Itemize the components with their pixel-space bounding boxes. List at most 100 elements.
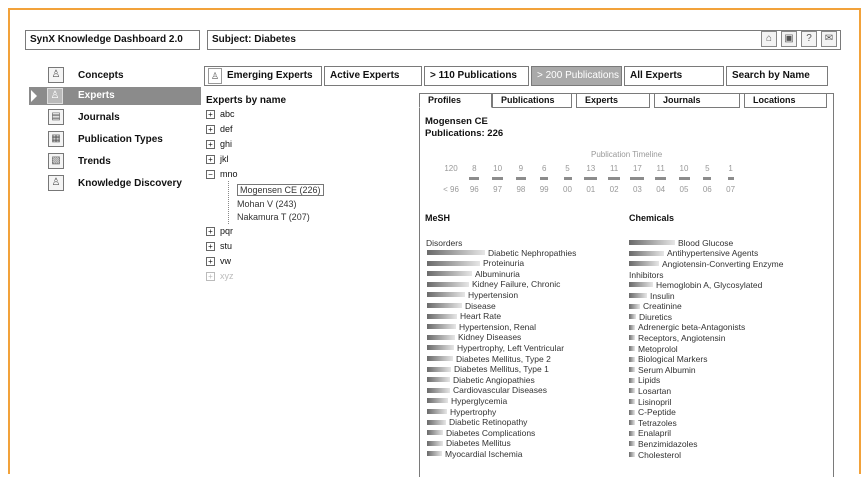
expand-icon[interactable]: + <box>206 226 215 236</box>
term-item[interactable]: Creatinine <box>629 301 682 311</box>
term-item[interactable]: Metoprolol <box>629 344 678 354</box>
tab-experts[interactable]: Experts <box>576 93 650 108</box>
term-label: Kidney Failure, Chronic <box>472 279 561 290</box>
sidebar-item-publication-types[interactable]: ▦ Publication Types <box>48 130 163 148</box>
expand-icon[interactable]: + <box>206 109 215 119</box>
tree-leaf-mohan[interactable]: Mohan V (243) <box>237 199 297 209</box>
term-weight-bar <box>629 240 675 245</box>
tab-active-experts[interactable]: Active Experts <box>324 66 422 86</box>
term-item[interactable]: Antihypertensive Agents <box>629 248 758 258</box>
term-item[interactable]: Enalapril <box>629 428 672 439</box>
term-item[interactable]: Biological Markers <box>629 354 707 364</box>
collapse-icon[interactable]: − <box>206 169 215 179</box>
term-item[interactable]: Myocardial Ischemia <box>427 448 523 459</box>
term-label: Angiotensin-Converting Enzyme <box>662 258 784 269</box>
tree-leaf-mogensen[interactable]: Mogensen CE (226) <box>237 184 324 196</box>
tree-node-mno[interactable]: − mno <box>206 169 238 179</box>
mail-icon[interactable]: ✉ <box>821 31 837 47</box>
tab-emerging-experts[interactable]: ♙ Emerging Experts <box>204 66 322 86</box>
term-item[interactable]: Blood Glucose <box>629 238 733 248</box>
term-item[interactable]: Diabetes Mellitus, Type 2 <box>427 354 551 364</box>
term-item[interactable]: C-Peptide <box>629 407 676 417</box>
term-item[interactable]: Angiotensin-Converting Enzyme <box>629 258 784 269</box>
tree-node-def[interactable]: + def <box>206 124 233 134</box>
tree-node-ghi[interactable]: + ghi <box>206 139 232 149</box>
term-item[interactable]: Hemoglobin A, Glycosylated <box>629 280 762 290</box>
term-item[interactable]: Diabetes Mellitus, Type 1 <box>427 364 549 374</box>
term-item[interactable]: Diabetes Mellitus <box>427 438 511 448</box>
term-item[interactable]: Benzimidazoles <box>629 439 698 449</box>
term-item[interactable]: Diabetic Nephropathies <box>427 247 577 258</box>
timeline-count: 9 <box>518 164 524 173</box>
home-icon[interactable]: ⌂ <box>761 31 777 47</box>
term-item[interactable]: Hypertension, Renal <box>427 322 536 332</box>
expand-icon[interactable]: + <box>206 154 215 164</box>
term-label: Myocardial Ischemia <box>445 448 523 459</box>
tab-200-publications[interactable]: > 200 Publications <box>531 66 622 86</box>
term-item[interactable]: Lipids <box>629 375 660 385</box>
term-item[interactable]: Hypertension <box>427 290 518 300</box>
sidebar-item-label: Experts <box>78 90 115 101</box>
term-weight-bar <box>427 419 446 425</box>
tree-node-pqr[interactable]: + pqr <box>206 226 233 236</box>
term-item[interactable]: Adrenergic beta-Antagonists <box>629 322 745 332</box>
expand-icon[interactable]: + <box>206 256 215 266</box>
term-item[interactable]: Hypertrophy <box>427 407 496 417</box>
tab-110-publications[interactable]: > 110 Publications <box>424 66 529 86</box>
tree-leaf-nakamura[interactable]: Nakamura T (207) <box>237 212 310 222</box>
term-item[interactable]: Lisinopril <box>629 397 672 407</box>
trends-icon: ▧ <box>48 153 64 169</box>
term-item[interactable]: Albuminuria <box>427 269 520 279</box>
tab-publications[interactable]: Publications <box>492 93 572 108</box>
sidebar-item-concepts[interactable]: ♙ Concepts <box>48 66 124 84</box>
term-weight-bar <box>427 250 485 255</box>
term-item[interactable]: Losartan <box>629 386 671 396</box>
timeline-year: 01 <box>586 185 596 194</box>
expand-icon[interactable]: + <box>206 271 215 281</box>
term-item[interactable]: Heart Rate <box>427 311 501 321</box>
term-item[interactable]: Disease <box>427 301 496 311</box>
tree-node-jkl[interactable]: + jkl <box>206 154 229 164</box>
timeline-count: 6 <box>541 164 547 173</box>
sidebar-item-knowledge-discovery[interactable]: ♙ Knowledge Discovery <box>48 174 182 192</box>
sidebar-item-trends[interactable]: ▧ Trends <box>48 152 111 170</box>
term-weight-bar <box>629 303 640 309</box>
sidebar-item-journals[interactable]: ▤ Journals <box>48 108 120 126</box>
tab-journals[interactable]: Journals <box>654 93 740 108</box>
timeline-count: 17 <box>632 164 642 173</box>
tab-search-by-name[interactable]: Search by Name <box>726 66 828 86</box>
term-item[interactable]: Kidney Failure, Chronic <box>427 279 561 290</box>
tab-all-experts[interactable]: All Experts <box>624 66 724 86</box>
term-item[interactable]: Diabetes Complications <box>427 428 535 438</box>
tab-locations[interactable]: Locations <box>744 93 827 108</box>
help-icon[interactable]: ? <box>801 31 817 47</box>
term-label: Enalapril <box>638 428 672 439</box>
term-item[interactable]: Diuretics <box>629 312 672 322</box>
term-item[interactable]: Tetrazoles <box>629 418 677 428</box>
tree-node-xyz[interactable]: + xyz <box>206 271 234 281</box>
expand-icon[interactable]: + <box>206 124 215 134</box>
monitor-icon[interactable]: ▣ <box>781 31 797 47</box>
term-item[interactable]: Diabetic Angiopathies <box>427 375 535 385</box>
term-label: Cholesterol <box>638 449 681 460</box>
term-item[interactable]: Cholesterol <box>629 449 681 460</box>
term-item[interactable]: Serum Albumin <box>629 365 696 375</box>
term-item[interactable]: Diabetic Retinopathy <box>427 417 527 427</box>
expand-icon[interactable]: + <box>206 139 215 149</box>
term-label: Diabetic Nephropathies <box>488 247 577 258</box>
expand-icon[interactable]: + <box>206 241 215 251</box>
term-item[interactable]: Cardiovascular Diseases <box>427 385 547 395</box>
term-item[interactable]: Hypertrophy, Left Ventricular <box>427 343 564 353</box>
tree-node-abc[interactable]: + abc <box>206 109 235 119</box>
term-item[interactable]: Receptors, Angiotensin <box>629 333 725 343</box>
term-item[interactable]: Kidney Diseases <box>427 332 521 342</box>
tab-profiles[interactable]: Profiles <box>419 93 492 108</box>
timeline-bar <box>608 177 620 180</box>
tree-node-vw[interactable]: + vw <box>206 256 231 266</box>
sidebar-item-experts[interactable]: ♙ Experts <box>29 87 201 105</box>
term-weight-bar <box>427 313 457 319</box>
term-item[interactable]: Proteinuria <box>427 258 524 268</box>
term-item[interactable]: Hyperglycemia <box>427 396 507 406</box>
term-item[interactable]: Insulin <box>629 291 675 301</box>
tree-node-stu[interactable]: + stu <box>206 241 232 251</box>
